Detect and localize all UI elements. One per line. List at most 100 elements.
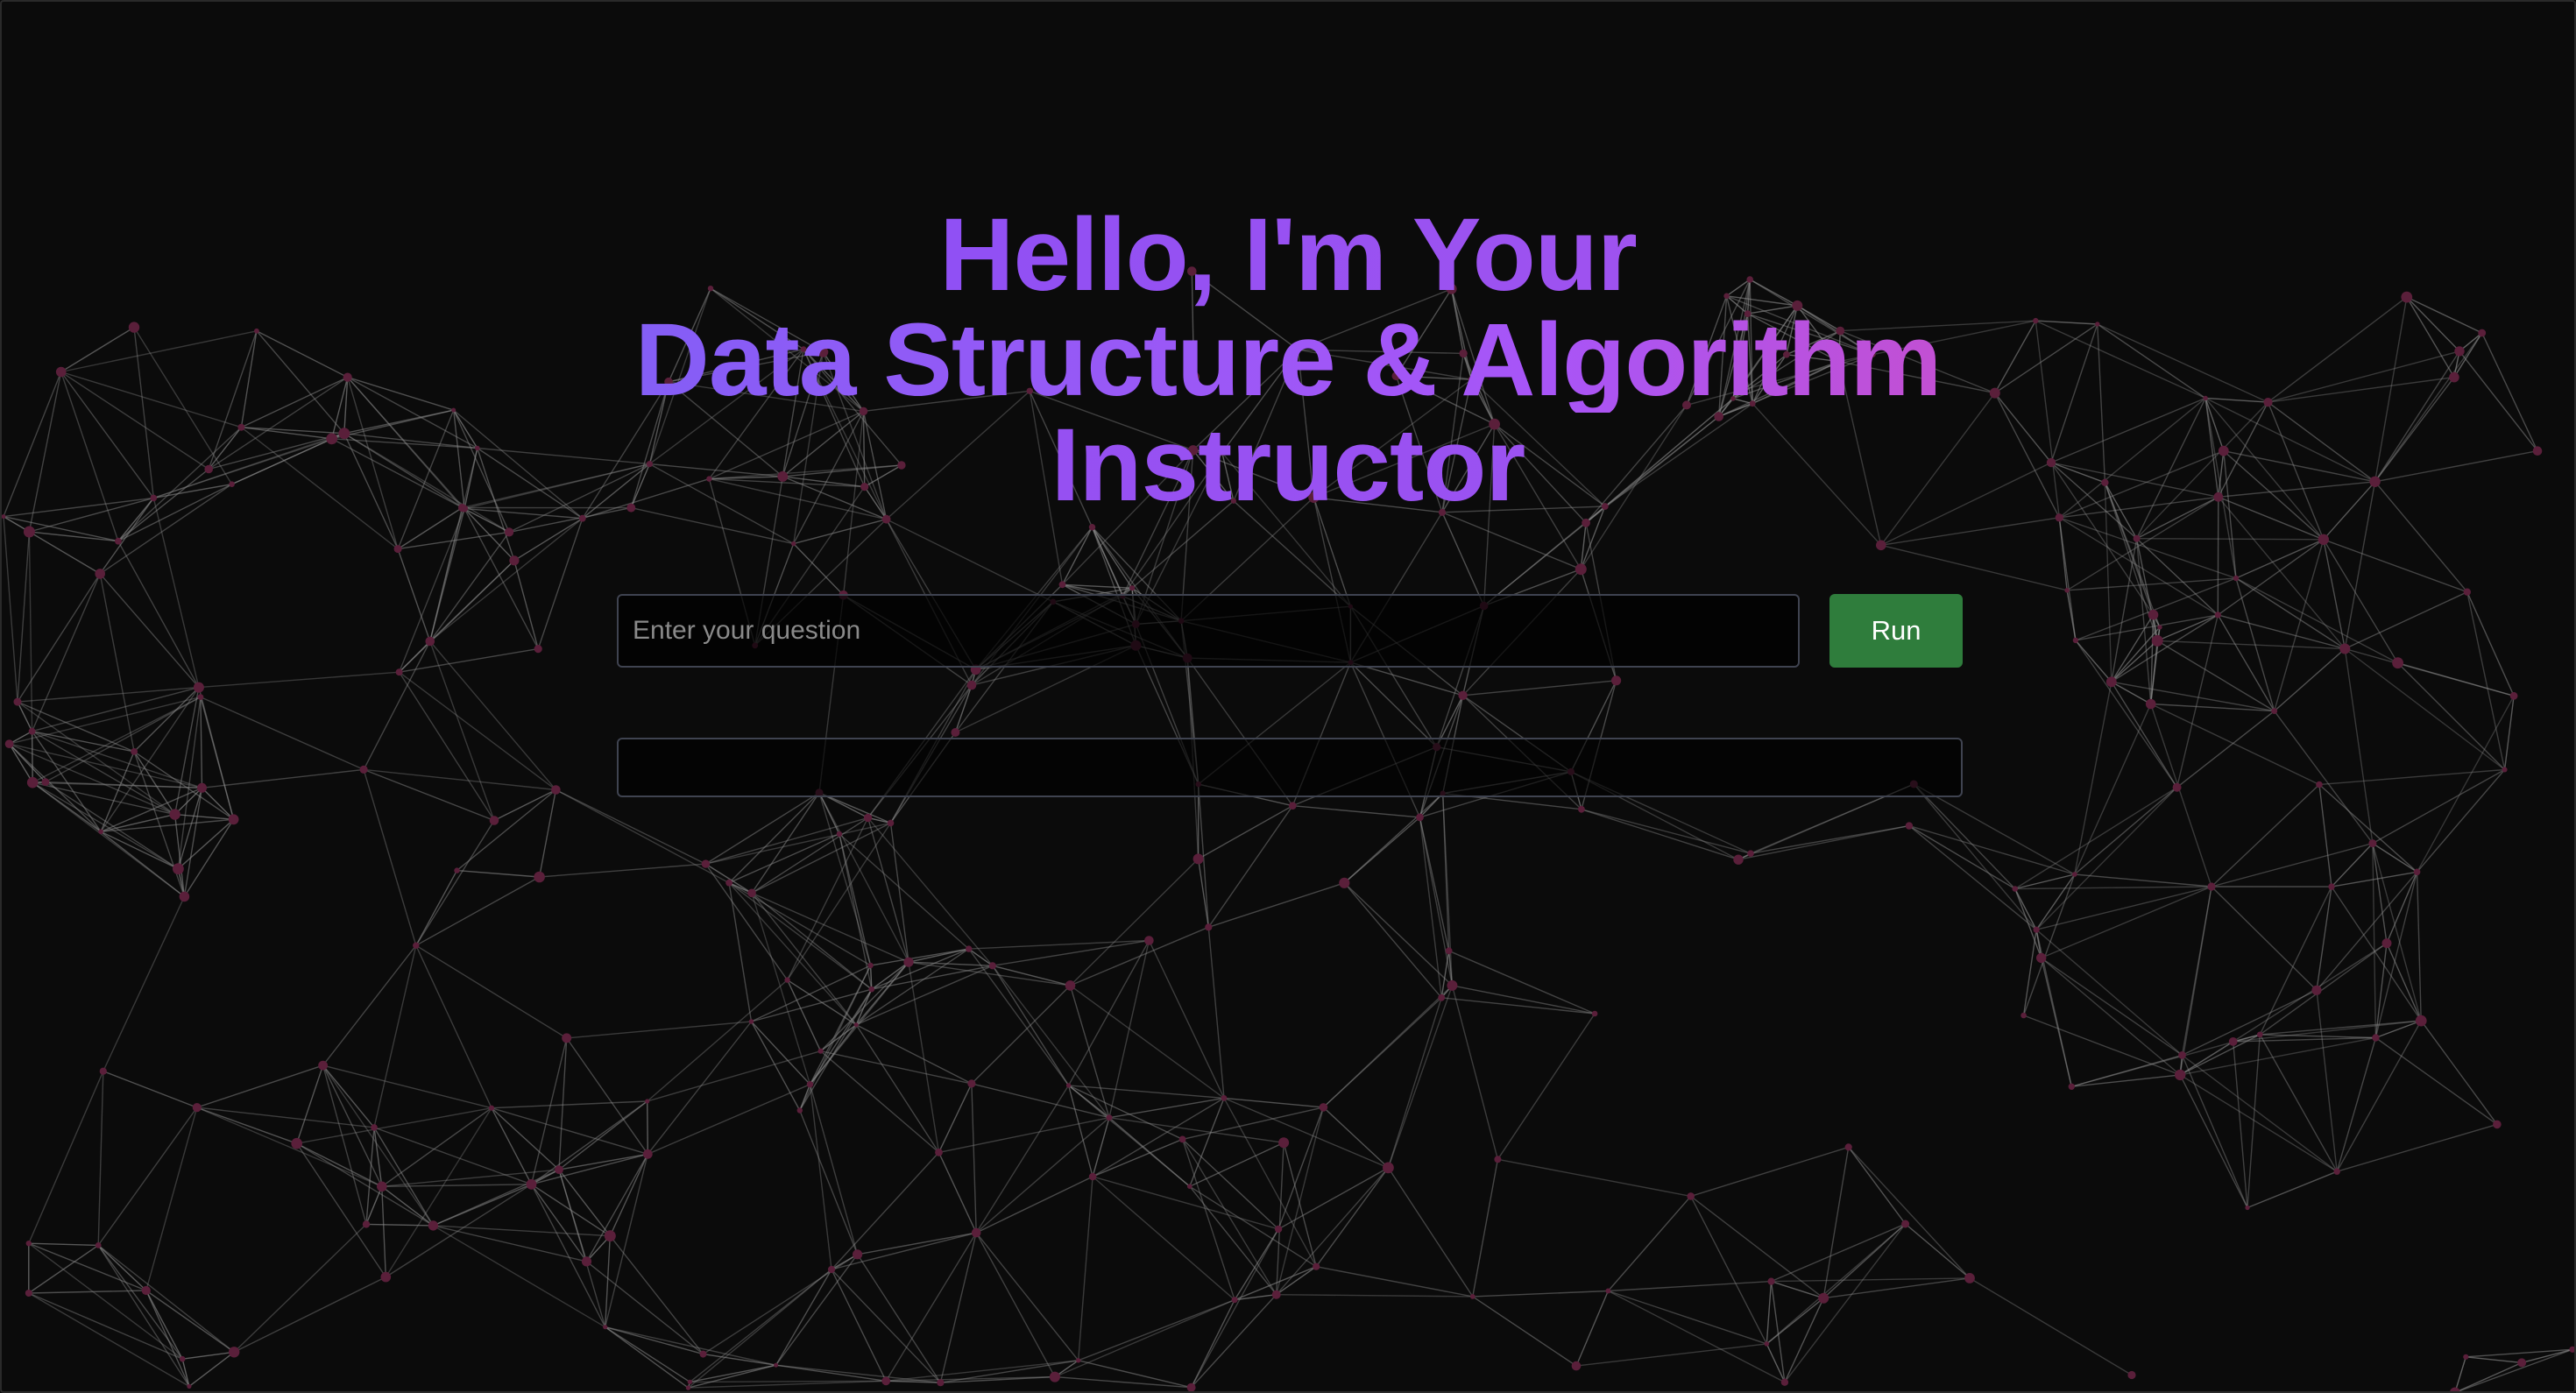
network-edge (1292, 805, 1420, 818)
network-edge (855, 961, 909, 1026)
network-node (2502, 767, 2508, 773)
network-node (192, 1103, 202, 1113)
network-edge (1690, 1146, 1849, 1198)
network-node (1767, 1277, 1775, 1285)
network-edge (2014, 886, 2212, 890)
network-edge (296, 1107, 492, 1144)
network-edge (2336, 1037, 2377, 1172)
network-node (817, 1048, 824, 1054)
network-node (509, 555, 520, 566)
network-node (2316, 781, 2323, 788)
network-edge (2211, 842, 2374, 887)
network-edge (322, 1064, 367, 1225)
network-edge (809, 1084, 859, 1255)
network-edge (775, 1364, 941, 1383)
network-edge (2150, 704, 2212, 887)
network-edge (1343, 817, 1420, 884)
network-edge (1452, 985, 1596, 1015)
network-edge (1067, 1085, 1093, 1177)
network-edge (2466, 591, 2506, 770)
network-edge (1880, 544, 2068, 591)
network-edge (2420, 1020, 2498, 1125)
network-node (988, 962, 996, 970)
network-edge (2372, 843, 2377, 1038)
network-edge (2454, 1356, 2466, 1391)
network-node (863, 813, 873, 823)
title-line-3: Instructor (2, 413, 2574, 518)
network-edge (429, 640, 495, 821)
network-edge (1316, 1266, 1473, 1298)
network-edge (1581, 809, 1752, 854)
network-node (1187, 1184, 1192, 1189)
network-edge (1441, 997, 1596, 1015)
network-node (1065, 980, 1076, 991)
network-node (187, 1383, 192, 1389)
network-node (2450, 1387, 2460, 1391)
network-edge (1581, 809, 1739, 860)
page-title: Hello, I'm Your Data Structure & Algorit… (2, 202, 2574, 518)
network-edge (938, 1083, 973, 1153)
network-edge (1208, 882, 1345, 928)
network-node (2133, 534, 2141, 542)
network-node (2256, 1031, 2263, 1038)
question-input[interactable] (617, 594, 1800, 668)
network-edge (103, 1071, 198, 1108)
network-edge (2235, 539, 2325, 579)
network-edge (415, 944, 568, 1039)
network-node (2392, 657, 2404, 669)
network-edge (9, 743, 202, 788)
network-edge (531, 1153, 648, 1185)
network-edge (2247, 1170, 2338, 1209)
network-edge (751, 892, 909, 963)
network-node (2033, 926, 2040, 933)
network-node (2463, 588, 2471, 596)
network-edge (103, 896, 186, 1071)
network-node (318, 1060, 328, 1071)
network-node (393, 545, 402, 554)
network-edge (1223, 1097, 1324, 1108)
network-edge (491, 1107, 560, 1170)
network-edge (586, 1261, 704, 1355)
network-edge (31, 731, 33, 783)
network-node (488, 1105, 495, 1111)
network-edge (2022, 930, 2037, 1016)
network-node (1605, 1288, 1611, 1294)
network-edge (17, 531, 31, 703)
network-edge (399, 671, 495, 821)
network-node (2207, 882, 2216, 891)
network-edge (886, 1360, 1079, 1382)
network-node (1186, 1382, 1196, 1391)
network-edge (365, 1223, 434, 1227)
network-node (362, 1220, 371, 1228)
network-node (836, 831, 843, 838)
network-edge (775, 1364, 887, 1382)
network-node (13, 697, 22, 706)
network-node (937, 1379, 945, 1387)
network-node (1438, 993, 1446, 1001)
network-edge (296, 1142, 383, 1187)
network-edge (2176, 614, 2219, 788)
network-edge (2035, 787, 2178, 930)
network-node (2072, 637, 2079, 644)
network-edge (28, 1242, 147, 1291)
network-edge (28, 1292, 190, 1388)
network-edge (97, 1245, 190, 1387)
network-edge (2235, 577, 2398, 664)
network-edge (1908, 825, 2037, 930)
network-node (131, 748, 138, 755)
network-node (1192, 853, 1204, 865)
network-edge (1766, 1223, 1907, 1345)
network-node (2318, 534, 2329, 545)
network-edge (1905, 1223, 1971, 1279)
network-edge (857, 1254, 941, 1383)
network-node (413, 942, 420, 949)
network-edge (1608, 1280, 1772, 1292)
network-node (903, 957, 914, 967)
network-node (1591, 1010, 1598, 1017)
network-node (1278, 1137, 1290, 1149)
run-button[interactable]: Run (1829, 594, 1963, 668)
network-node (1905, 822, 1914, 830)
network-edge (1766, 1281, 1773, 1344)
network-node (2233, 575, 2240, 582)
network-edge (537, 518, 584, 649)
